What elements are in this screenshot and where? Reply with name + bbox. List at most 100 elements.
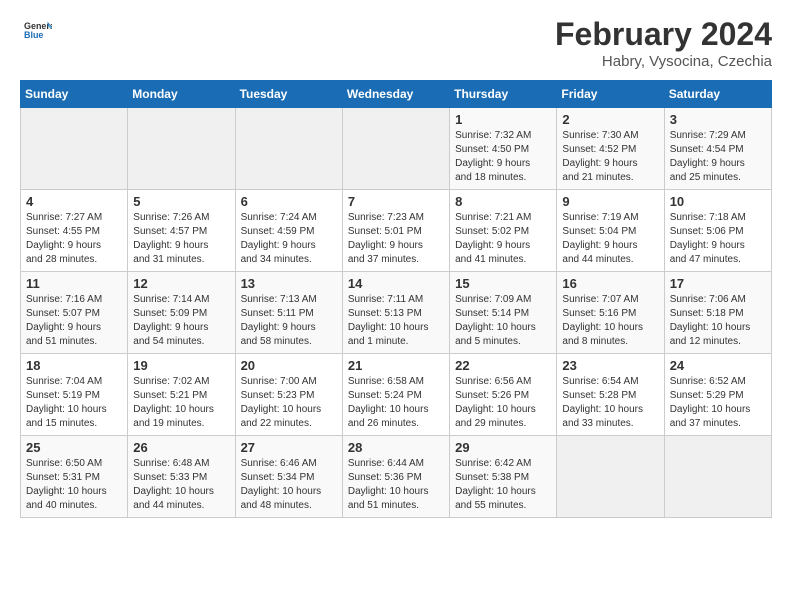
calendar-cell: 12 Sunrise: 7:14 AM Sunset: 5:09 PM Dayli…: [128, 272, 235, 354]
weekday-header-row: SundayMondayTuesdayWednesdayThursdayFrid…: [21, 81, 772, 108]
calendar-week-row: 18Sunrise: 7:04 AM Sunset: 5:19 PM Dayli…: [21, 354, 772, 436]
calendar-cell: [128, 108, 235, 190]
day-info: Sunrise: 6:44 AM Sunset: 5:36 PM Dayligh…: [348, 457, 444, 513]
day-info: Sunrise: 7:23 AM Sunset: 5:01 PM Dayligh…: [348, 211, 444, 267]
day-number: 5: [133, 194, 229, 209]
day-info: Sunrise: 6:56 AM Sunset: 5:26 PM Dayligh…: [455, 375, 551, 431]
weekday-header-saturday: Saturday: [664, 81, 771, 108]
day-number: 23: [562, 358, 658, 373]
weekday-header-friday: Friday: [557, 81, 664, 108]
day-number: 4: [26, 194, 122, 209]
day-info: Sunrise: 7:29 AM Sunset: 4:54 PM Dayligh…: [670, 129, 766, 185]
calendar-cell: 15 Sunrise: 7:09 AM Sunset: 5:14 PM Dayli…: [450, 272, 557, 354]
calendar-week-row: 1Sunrise: 7:32 AM Sunset: 4:50 PM Daylig…: [21, 108, 772, 190]
calendar-cell: 3 Sunrise: 7:29 AM Sunset: 4:54 PM Daylig…: [664, 108, 771, 190]
day-number: 9: [562, 194, 658, 209]
day-info: Sunrise: 7:30 AM Sunset: 4:52 PM Dayligh…: [562, 129, 658, 185]
calendar-cell: [235, 108, 342, 190]
calendar-cell: [557, 436, 664, 518]
day-number: 3: [670, 112, 766, 127]
calendar-cell: 20 Sunrise: 7:00 AM Sunset: 5:23 PM Dayli…: [235, 354, 342, 436]
day-number: 7: [348, 194, 444, 209]
day-info: Sunrise: 7:13 AM Sunset: 5:11 PM Dayligh…: [241, 293, 337, 349]
day-number: 13: [241, 276, 337, 291]
calendar-cell: 4 Sunrise: 7:27 AM Sunset: 4:55 PM Daylig…: [21, 190, 128, 272]
day-info: Sunrise: 6:42 AM Sunset: 5:38 PM Dayligh…: [455, 457, 551, 513]
calendar-cell: 5 Sunrise: 7:26 AM Sunset: 4:57 PM Daylig…: [128, 190, 235, 272]
day-info: Sunrise: 7:26 AM Sunset: 4:57 PM Dayligh…: [133, 211, 229, 267]
calendar-cell: 1Sunrise: 7:32 AM Sunset: 4:50 PM Daylig…: [450, 108, 557, 190]
calendar-cell: 8 Sunrise: 7:21 AM Sunset: 5:02 PM Daylig…: [450, 190, 557, 272]
calendar-cell: 11 Sunrise: 7:16 AM Sunset: 5:07 PM Dayli…: [21, 272, 128, 354]
day-info: Sunrise: 7:16 AM Sunset: 5:07 PM Dayligh…: [26, 293, 122, 349]
calendar-cell: 22 Sunrise: 6:56 AM Sunset: 5:26 PM Dayli…: [450, 354, 557, 436]
day-number: 22: [455, 358, 551, 373]
logo: General Blue: [20, 16, 52, 49]
day-number: 6: [241, 194, 337, 209]
day-info: Sunrise: 7:09 AM Sunset: 5:14 PM Dayligh…: [455, 293, 551, 349]
calendar-cell: 10 Sunrise: 7:18 AM Sunset: 5:06 PM Dayli…: [664, 190, 771, 272]
day-info: Sunrise: 6:54 AM Sunset: 5:28 PM Dayligh…: [562, 375, 658, 431]
header: General Blue February 2024 Habry, Vysoci…: [20, 16, 772, 70]
day-info: Sunrise: 7:27 AM Sunset: 4:55 PM Dayligh…: [26, 211, 122, 267]
day-number: 24: [670, 358, 766, 373]
calendar-week-row: 11 Sunrise: 7:16 AM Sunset: 5:07 PM Dayli…: [21, 272, 772, 354]
day-info: Sunrise: 7:14 AM Sunset: 5:09 PM Dayligh…: [133, 293, 229, 349]
day-number: 16: [562, 276, 658, 291]
day-number: 12: [133, 276, 229, 291]
day-number: 27: [241, 440, 337, 455]
calendar-cell: 23 Sunrise: 6:54 AM Sunset: 5:28 PM Dayli…: [557, 354, 664, 436]
weekday-header-monday: Monday: [128, 81, 235, 108]
calendar-cell: 9 Sunrise: 7:19 AM Sunset: 5:04 PM Daylig…: [557, 190, 664, 272]
day-number: 25: [26, 440, 122, 455]
day-number: 18: [26, 358, 122, 373]
day-info: Sunrise: 6:46 AM Sunset: 5:34 PM Dayligh…: [241, 457, 337, 513]
day-info: Sunrise: 6:58 AM Sunset: 5:24 PM Dayligh…: [348, 375, 444, 431]
calendar-cell: 27 Sunrise: 6:46 AM Sunset: 5:34 PM Dayli…: [235, 436, 342, 518]
calendar-cell: 16 Sunrise: 7:07 AM Sunset: 5:16 PM Dayli…: [557, 272, 664, 354]
day-info: Sunrise: 7:11 AM Sunset: 5:13 PM Dayligh…: [348, 293, 444, 349]
day-info: Sunrise: 7:18 AM Sunset: 5:06 PM Dayligh…: [670, 211, 766, 267]
day-info: Sunrise: 6:50 AM Sunset: 5:31 PM Dayligh…: [26, 457, 122, 513]
day-number: 21: [348, 358, 444, 373]
day-info: Sunrise: 7:21 AM Sunset: 5:02 PM Dayligh…: [455, 211, 551, 267]
day-number: 26: [133, 440, 229, 455]
svg-text:Blue: Blue: [24, 30, 43, 40]
calendar-cell: 26 Sunrise: 6:48 AM Sunset: 5:33 PM Dayli…: [128, 436, 235, 518]
calendar-cell: 24Sunrise: 6:52 AM Sunset: 5:29 PM Dayli…: [664, 354, 771, 436]
day-info: Sunrise: 7:24 AM Sunset: 4:59 PM Dayligh…: [241, 211, 337, 267]
weekday-header-thursday: Thursday: [450, 81, 557, 108]
day-number: 11: [26, 276, 122, 291]
main-title: February 2024: [555, 16, 772, 53]
calendar-cell: [342, 108, 449, 190]
day-info: Sunrise: 7:19 AM Sunset: 5:04 PM Dayligh…: [562, 211, 658, 267]
day-info: Sunrise: 7:07 AM Sunset: 5:16 PM Dayligh…: [562, 293, 658, 349]
subtitle: Habry, Vysocina, Czechia: [555, 53, 772, 70]
title-section: February 2024 Habry, Vysocina, Czechia: [555, 16, 772, 70]
calendar-cell: [21, 108, 128, 190]
calendar-week-row: 25 Sunrise: 6:50 AM Sunset: 5:31 PM Dayli…: [21, 436, 772, 518]
calendar-cell: 6 Sunrise: 7:24 AM Sunset: 4:59 PM Daylig…: [235, 190, 342, 272]
day-number: 8: [455, 194, 551, 209]
day-number: 19: [133, 358, 229, 373]
calendar-cell: 7 Sunrise: 7:23 AM Sunset: 5:01 PM Daylig…: [342, 190, 449, 272]
day-number: 29: [455, 440, 551, 455]
day-number: 15: [455, 276, 551, 291]
day-number: 10: [670, 194, 766, 209]
day-info: Sunrise: 7:06 AM Sunset: 5:18 PM Dayligh…: [670, 293, 766, 349]
calendar-cell: 13 Sunrise: 7:13 AM Sunset: 5:11 PM Dayli…: [235, 272, 342, 354]
day-info: Sunrise: 7:00 AM Sunset: 5:23 PM Dayligh…: [241, 375, 337, 431]
calendar-cell: [664, 436, 771, 518]
calendar-cell: 18Sunrise: 7:04 AM Sunset: 5:19 PM Dayli…: [21, 354, 128, 436]
day-number: 2: [562, 112, 658, 127]
weekday-header-tuesday: Tuesday: [235, 81, 342, 108]
calendar-cell: 28Sunrise: 6:44 AM Sunset: 5:36 PM Dayli…: [342, 436, 449, 518]
day-info: Sunrise: 7:02 AM Sunset: 5:21 PM Dayligh…: [133, 375, 229, 431]
day-number: 1: [455, 112, 551, 127]
weekday-header-wednesday: Wednesday: [342, 81, 449, 108]
day-number: 20: [241, 358, 337, 373]
calendar-cell: 19 Sunrise: 7:02 AM Sunset: 5:21 PM Dayli…: [128, 354, 235, 436]
day-info: Sunrise: 6:48 AM Sunset: 5:33 PM Dayligh…: [133, 457, 229, 513]
calendar-cell: 14Sunrise: 7:11 AM Sunset: 5:13 PM Dayli…: [342, 272, 449, 354]
calendar-table: SundayMondayTuesdayWednesdayThursdayFrid…: [20, 80, 772, 518]
